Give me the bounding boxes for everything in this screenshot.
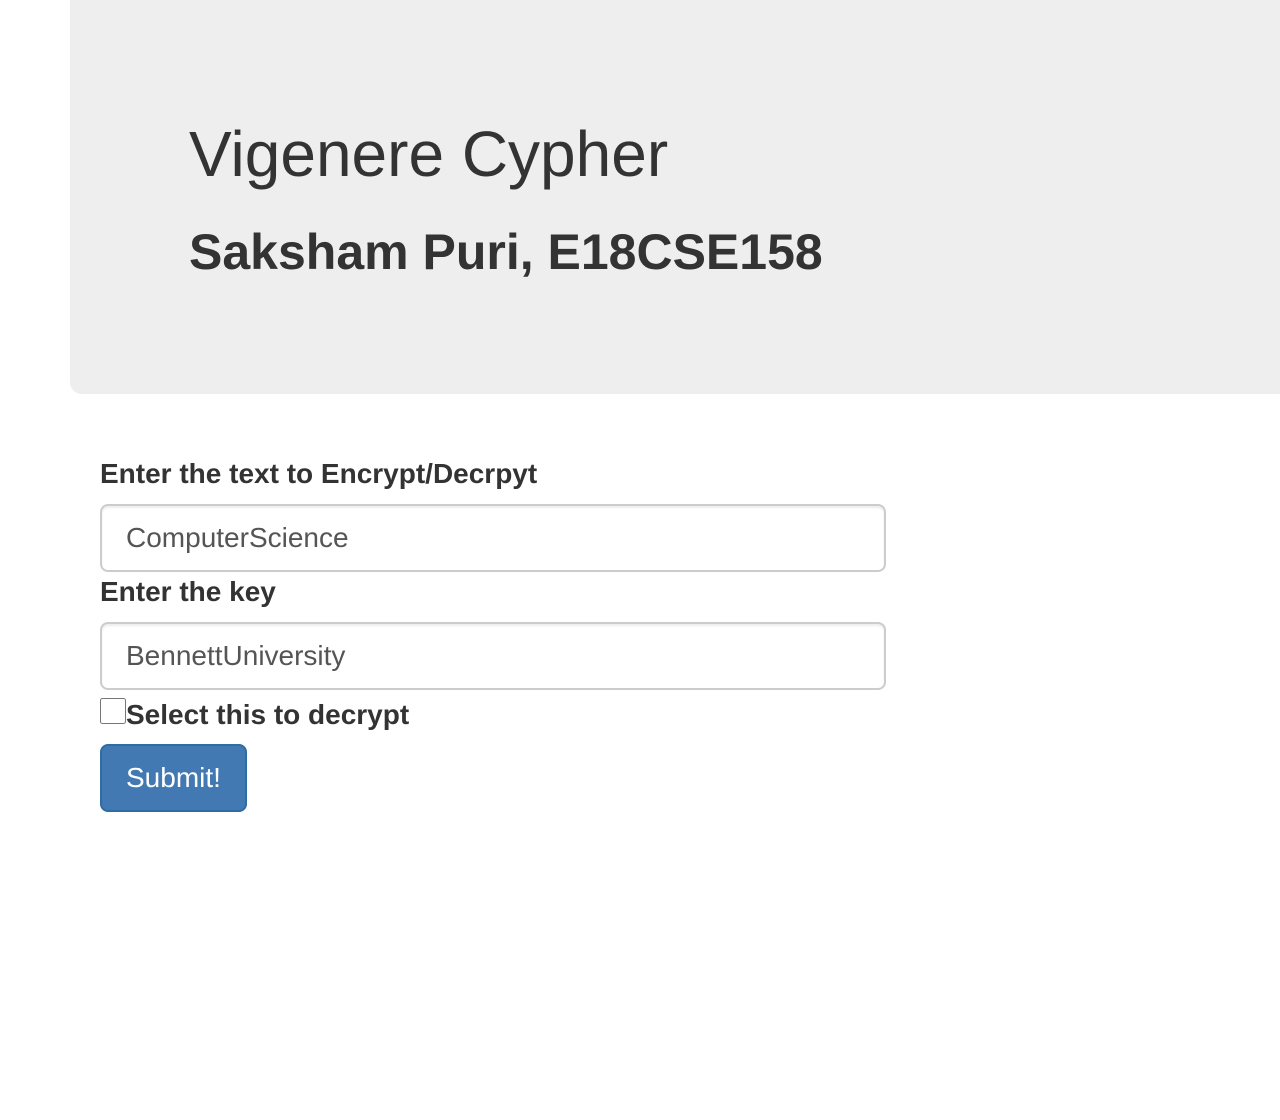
decrypt-checkbox[interactable]	[100, 698, 126, 724]
key-input-label: Enter the key	[100, 576, 276, 607]
header-jumbotron	[70, 0, 1280, 394]
cipher-form: Enter the text to Encrypt/Decrpyt Enter …	[100, 454, 886, 812]
submit-button[interactable]: Submit!	[100, 744, 247, 812]
page-subtitle: Saksham Puri, E18CSE158	[189, 224, 823, 280]
page-title: Vigenere Cypher	[189, 118, 669, 190]
text-input[interactable]	[100, 504, 886, 572]
text-input-label: Enter the text to Encrypt/Decrpyt	[100, 458, 538, 489]
decrypt-checkbox-row: Select this to decrypt	[100, 698, 886, 738]
key-input[interactable]	[100, 622, 886, 690]
decrypt-checkbox-label: Select this to decrypt	[126, 699, 410, 730]
